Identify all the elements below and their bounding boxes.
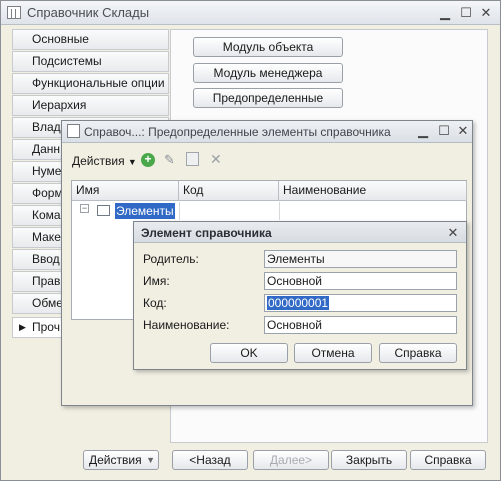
add-icon[interactable]: + [141,153,155,167]
cancel-button[interactable]: Отмена [294,343,372,363]
code-field[interactable]: 000000001 [264,294,457,312]
delete-icon[interactable]: ✕ [210,151,222,168]
tab-functional-options[interactable]: Функциональные опции [12,73,169,94]
description-field[interactable]: Основной [264,316,457,334]
minimize-icon[interactable]: ▁ [437,5,453,20]
table-row[interactable]: − Элементы [72,202,467,220]
parent-label: Родитель: [143,252,199,266]
close-icon[interactable]: ✕ [455,123,471,138]
close-icon[interactable]: ✕ [478,5,494,20]
bottom-actions-button[interactable]: Действия ▼ [83,450,159,470]
column-header-name[interactable]: Имя [72,181,179,201]
dropdown-arrow-icon: ▼ [146,455,155,465]
predefined-button[interactable]: Предопределенные [193,88,343,108]
name-field[interactable]: Основной [264,272,457,290]
help-button[interactable]: Справка [379,343,457,363]
back-button[interactable]: <Назад [172,450,248,470]
copy-icon[interactable] [186,152,199,166]
tab-hierarchy[interactable]: Иерархия [12,95,169,116]
next-button[interactable]: Далее> [253,450,329,470]
object-module-button[interactable]: Модуль объекта [193,37,343,57]
column-header-code[interactable]: Код [179,181,279,201]
close-button[interactable]: Закрыть [331,450,407,470]
predefined-dialog-title: Справоч...: Предопределенные элементы сп… [84,125,391,139]
dropdown-arrow-icon: ▼ [127,157,137,167]
column-header-description[interactable]: Наименование [279,181,467,201]
document-icon [67,124,80,138]
manager-module-button[interactable]: Модуль менеджера [193,63,343,83]
edit-icon[interactable]: ✎ [164,152,175,168]
parent-field[interactable]: Элементы [264,250,457,268]
current-tab-marker-icon: ▶ [19,322,26,332]
title-bar: Справочник Склады ▁ ☐ ✕ [1,1,500,25]
folder-icon [97,205,110,216]
element-dialog-title: Элемент справочника [141,226,272,240]
description-label: Наименование: [143,318,230,332]
name-label: Имя: [143,274,170,288]
close-icon[interactable]: ✕ [445,225,461,240]
predefined-dialog-title-bar: Справоч...: Предопределенные элементы сп… [62,121,472,143]
catalog-icon [7,6,21,19]
collapse-icon[interactable]: − [80,204,89,213]
window-title: Справочник Склады [27,5,150,20]
maximize-icon[interactable]: ☐ [436,123,452,138]
maximize-icon[interactable]: ☐ [458,5,474,20]
element-dialog-title-bar: Элемент справочника ✕ [134,222,466,243]
tab-subsystems[interactable]: Подсистемы [12,51,169,72]
catalog-element-dialog: Элемент справочника ✕ Родитель: Элементы… [133,221,467,370]
ok-button[interactable]: OK [210,343,288,363]
code-label: Код: [143,296,167,310]
tab-main[interactable]: Основные [12,29,169,50]
help-button[interactable]: Справка [410,450,486,470]
minimize-icon[interactable]: ▁ [415,123,431,138]
row-name-cell: Элементы [115,203,175,219]
toolbar-actions-button[interactable]: Действия ▼ [72,152,137,170]
